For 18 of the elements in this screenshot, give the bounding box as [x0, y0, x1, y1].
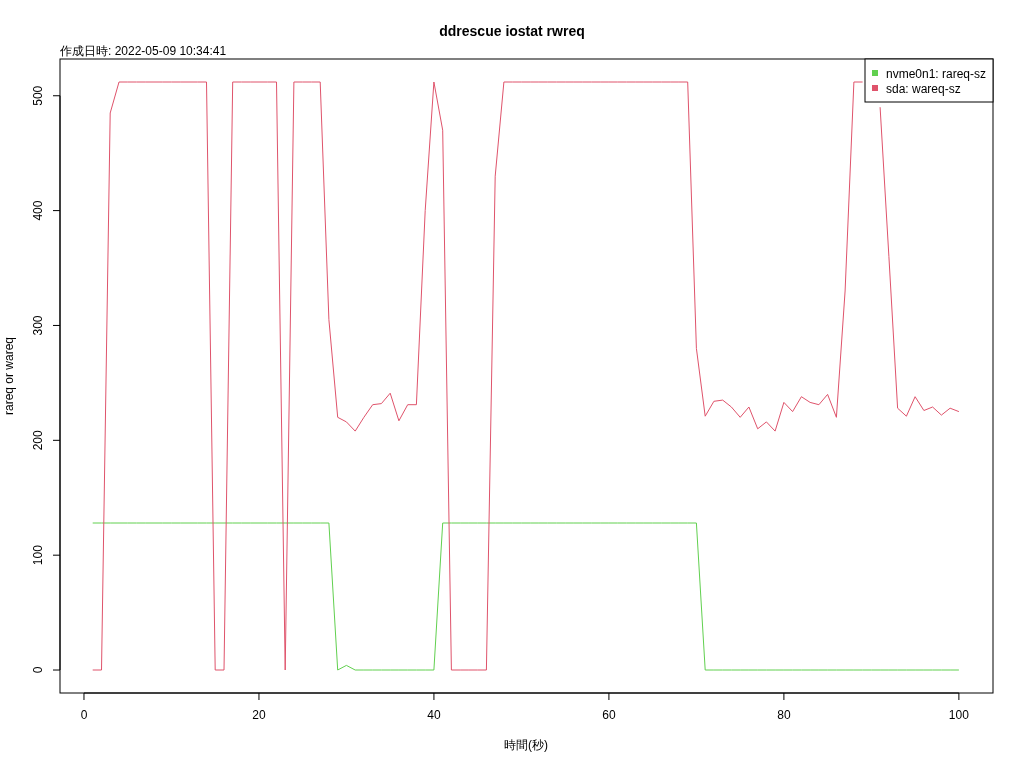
y-tick-label: 400	[31, 200, 45, 221]
x-tick-label: 0	[80, 708, 88, 722]
legend-label: nvme0n1: rareq-sz	[886, 67, 987, 81]
x-tick-label: 80	[777, 708, 791, 722]
chart-subtitle: 作成日時: 2022-05-09 10:34:41	[60, 44, 227, 58]
y-tick-label: 200	[31, 430, 45, 451]
y-tick-label: 0	[31, 666, 45, 674]
x-axis-label: 時間(秒)	[504, 738, 548, 752]
chart-title: ddrescue iostat rwreq	[439, 23, 585, 39]
x-tick-label: 40	[427, 708, 441, 722]
x-tick-label: 20	[252, 708, 266, 722]
y-axis-label: rareq or wareq	[2, 337, 16, 415]
y-tick-label: 100	[31, 545, 45, 566]
x-tick-label: 100	[948, 708, 969, 722]
legend-label: sda: wareq-sz	[886, 82, 961, 96]
x-tick-label: 60	[602, 708, 616, 722]
y-tick-label: 300	[31, 315, 45, 336]
y-tick-label: 500	[31, 85, 45, 106]
